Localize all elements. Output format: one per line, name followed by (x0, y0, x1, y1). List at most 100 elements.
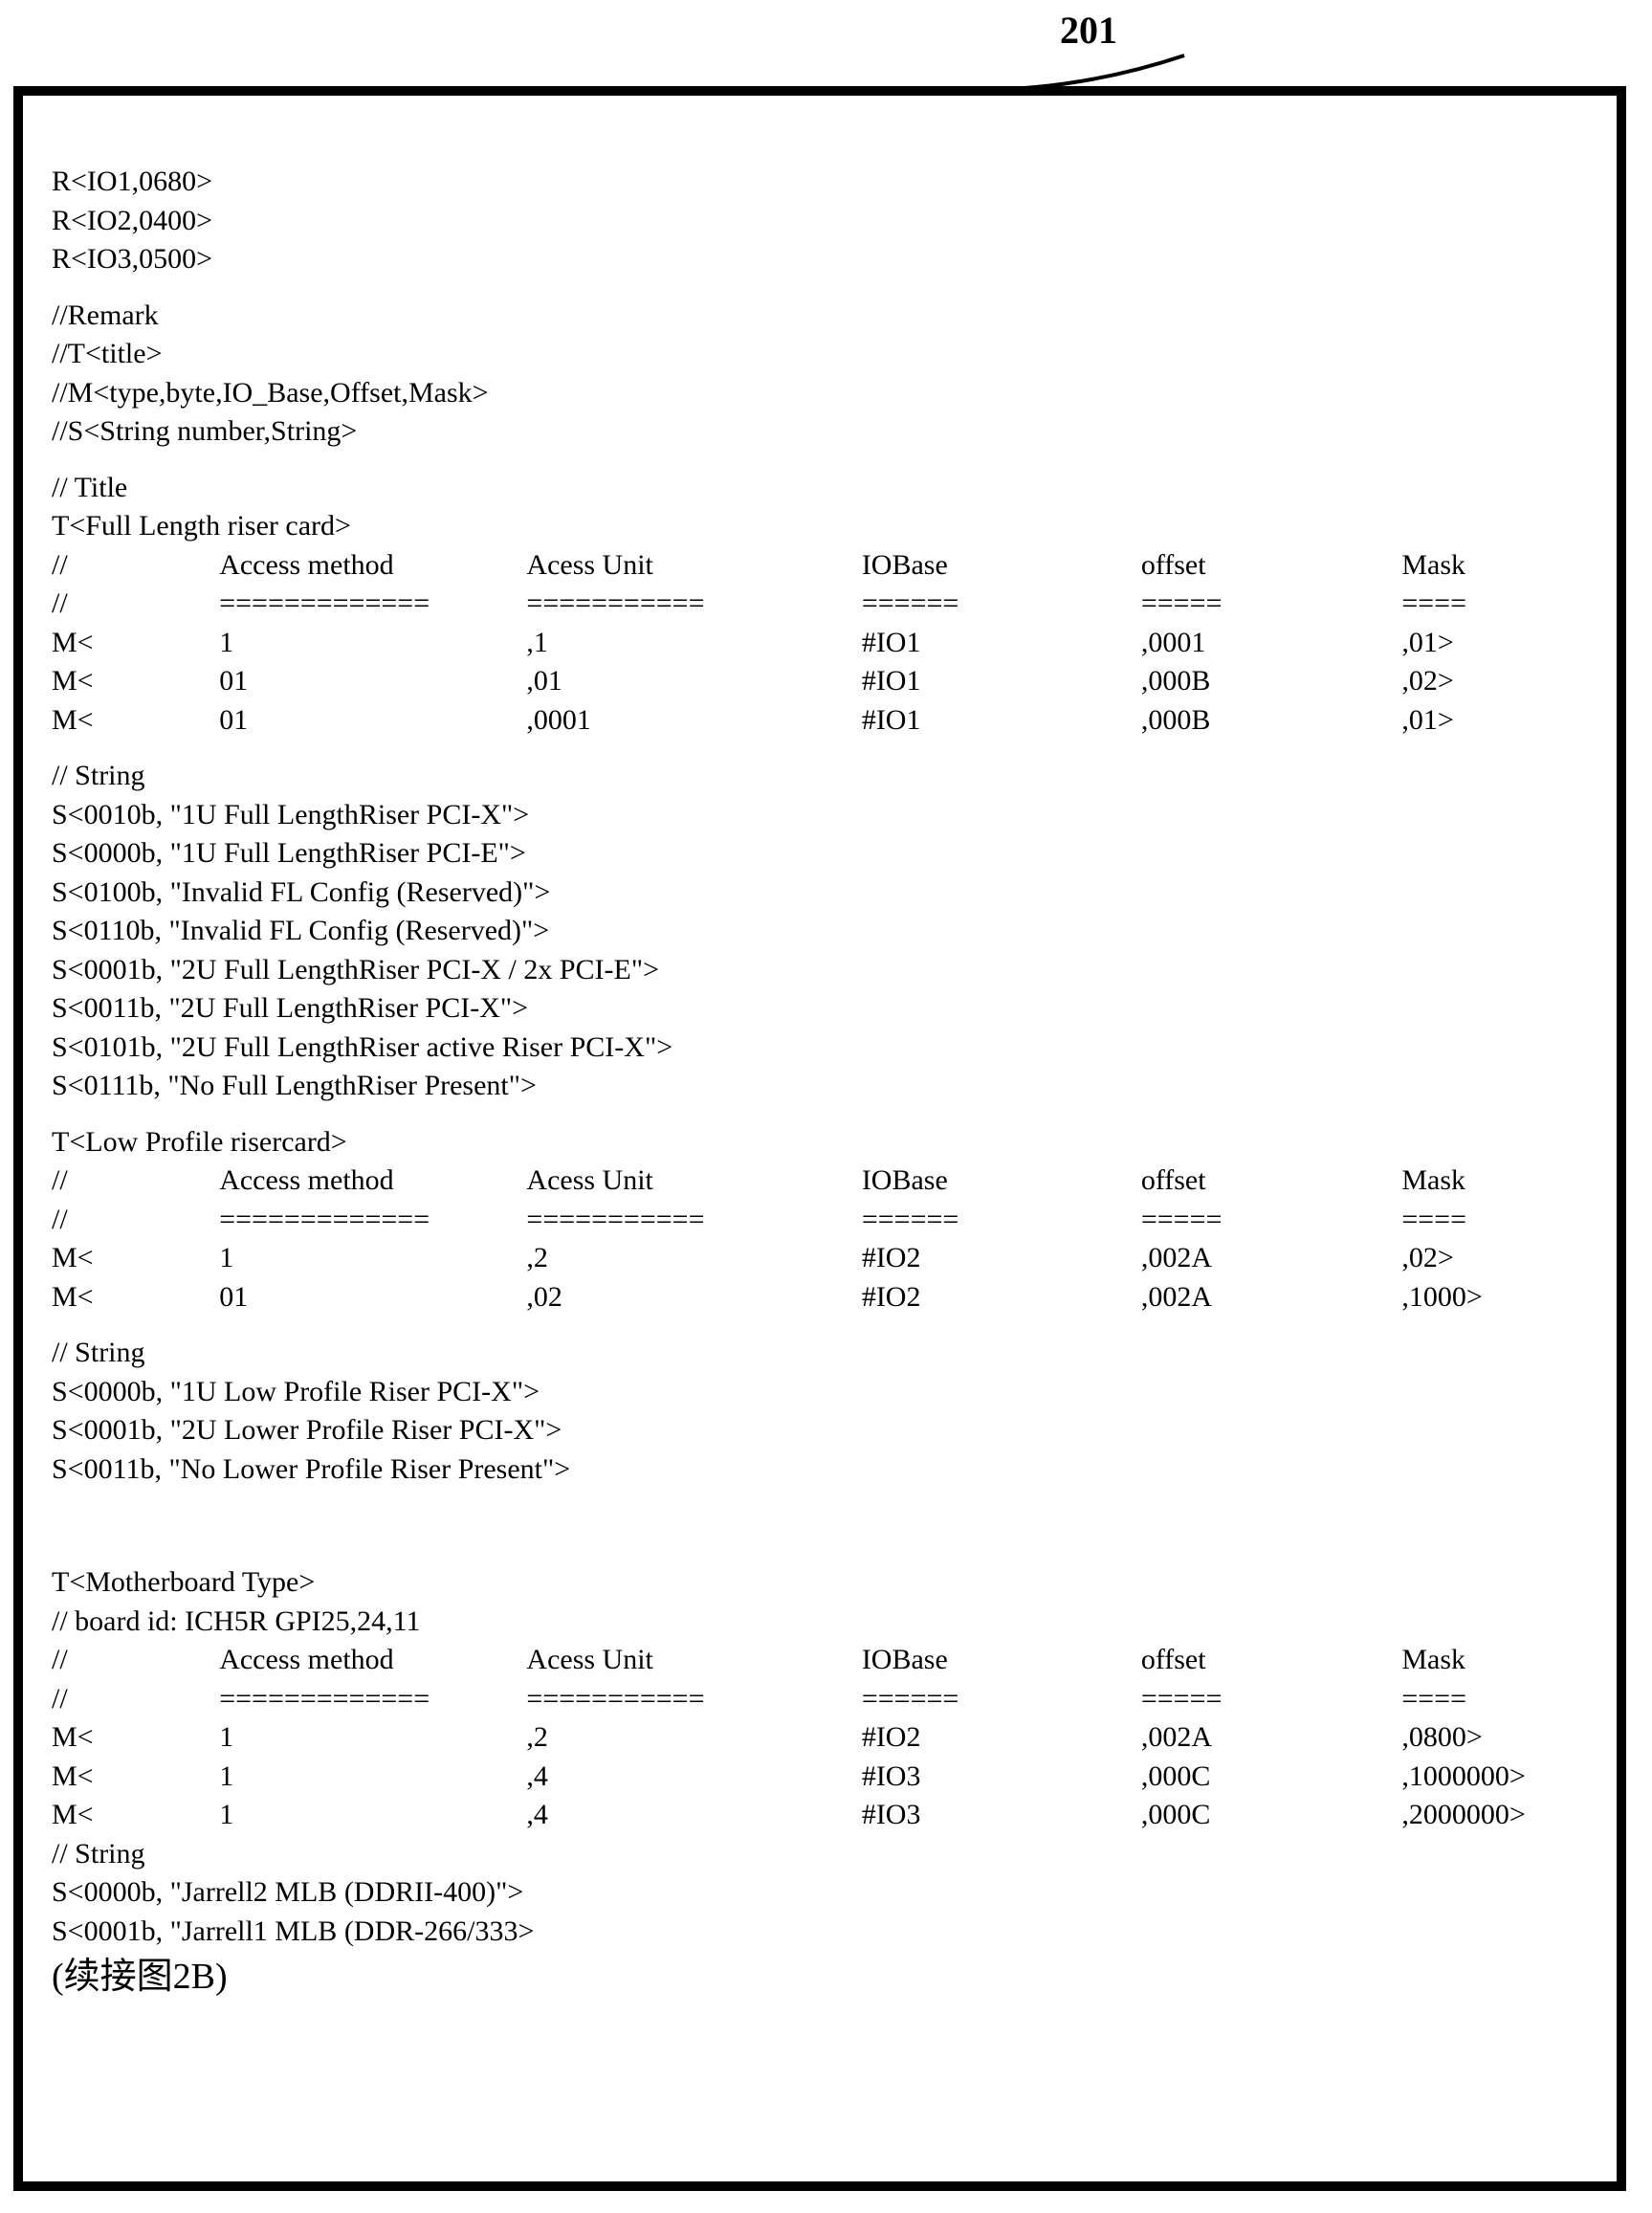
col: #IO2 (862, 1239, 1141, 1278)
col: ,000C (1141, 1758, 1402, 1797)
table-row: M< 1 ,1 #IO1 ,0001 ,01> (52, 624, 1588, 663)
table-row: M< 01 ,02 #IO2 ,002A ,1000> (52, 1278, 1588, 1317)
r-line: R<IO3,0500> (52, 240, 1588, 279)
col: ,02> (1401, 1239, 1588, 1278)
col: M< (52, 1796, 219, 1835)
col: 01 (219, 662, 526, 701)
col: ,002A (1141, 1278, 1402, 1317)
col: ====== (862, 585, 1141, 624)
col: 1 (219, 1718, 526, 1758)
col: #IO2 (862, 1718, 1141, 1758)
col: ,0001 (1141, 624, 1402, 663)
col: ,2 (526, 1718, 861, 1758)
col: #IO3 (862, 1796, 1141, 1835)
col: offset (1141, 546, 1402, 586)
continued-label: (续接图2B) (52, 1951, 1588, 2002)
col: ,1 (526, 624, 861, 663)
string-line: S<0010b, "1U Full LengthRiser PCI-X"> (52, 796, 1588, 835)
col: ,1000> (1401, 1278, 1588, 1317)
r-line: R<IO1,0680> (52, 163, 1588, 202)
col: ,4 (526, 1758, 861, 1797)
string-line: S<0001b, "2U Full LengthRiser PCI-X / 2x… (52, 951, 1588, 990)
col: 1 (219, 1796, 526, 1835)
col: #IO2 (862, 1278, 1141, 1317)
col: ===== (1141, 1680, 1402, 1719)
col: 01 (219, 1278, 526, 1317)
col: 1 (219, 1239, 526, 1278)
col: // (52, 1641, 219, 1680)
col: #IO1 (862, 662, 1141, 701)
col: Access method (219, 546, 526, 586)
strings-header: // String (52, 1835, 1588, 1874)
col: =========== (526, 1201, 861, 1240)
col: IOBase (862, 1641, 1141, 1680)
string-line: S<0100b, "Invalid FL Config (Reserved)"> (52, 874, 1588, 913)
col: Access method (219, 1641, 526, 1680)
col: ==== (1401, 1680, 1588, 1719)
col: ,002A (1141, 1239, 1402, 1278)
r-line: R<IO2,0400> (52, 202, 1588, 241)
col: #IO1 (862, 624, 1141, 663)
table-sep: // ============= =========== ====== ====… (52, 1680, 1588, 1719)
col: ,002A (1141, 1718, 1402, 1758)
col: // (52, 546, 219, 586)
col: IOBase (862, 1162, 1141, 1201)
col: M< (52, 1239, 219, 1278)
col: // (52, 585, 219, 624)
col: ,02 (526, 1278, 861, 1317)
col: ,01 (526, 662, 861, 701)
table-row: M< 1 ,4 #IO3 ,000C ,2000000> (52, 1796, 1588, 1835)
col: #IO3 (862, 1758, 1141, 1797)
document-content: R<IO1,0680> R<IO2,0400> R<IO3,0500> //Re… (23, 96, 1617, 2021)
table-header: // Access method Acess Unit IOBase offse… (52, 1162, 1588, 1201)
col: Acess Unit (526, 1162, 861, 1201)
table-row: M< 01 ,01 #IO1 ,000B ,02> (52, 662, 1588, 701)
col: M< (52, 1278, 219, 1317)
table1-title: T<Full Length riser card> (52, 507, 1588, 546)
col: 01 (219, 701, 526, 741)
col: ,01> (1401, 624, 1588, 663)
col: ============= (219, 585, 526, 624)
col: ,0800> (1401, 1718, 1588, 1758)
remark-line: //M<type,byte,IO_Base,Offset,Mask> (52, 374, 1588, 413)
document-frame: R<IO1,0680> R<IO2,0400> R<IO3,0500> //Re… (13, 86, 1626, 2191)
table-row: M< 1 ,2 #IO2 ,002A ,02> (52, 1239, 1588, 1278)
table3-title: T<Motherboard Type> (52, 1563, 1588, 1603)
col: M< (52, 624, 219, 663)
col: ===== (1141, 585, 1402, 624)
col: ,2 (526, 1239, 861, 1278)
col: // (52, 1201, 219, 1240)
string-line: S<0011b, "No Lower Profile Riser Present… (52, 1450, 1588, 1490)
col: offset (1141, 1641, 1402, 1680)
string-line: S<0101b, "2U Full LengthRiser active Ris… (52, 1029, 1588, 1068)
table-sep: // ============= =========== ====== ====… (52, 585, 1588, 624)
table2-title: T<Low Profile risercard> (52, 1123, 1588, 1162)
string-line: S<0001b, "Jarrell1 MLB (DDR-266/333> (52, 1913, 1588, 1952)
col: ,000B (1141, 701, 1402, 741)
col: ,1000000> (1401, 1758, 1588, 1797)
table-row: M< 1 ,2 #IO2 ,002A ,0800> (52, 1718, 1588, 1758)
table-header: // Access method Acess Unit IOBase offse… (52, 1641, 1588, 1680)
col: M< (52, 701, 219, 741)
col: ============= (219, 1201, 526, 1240)
col: ===== (1141, 1201, 1402, 1240)
col: M< (52, 1758, 219, 1797)
col: offset (1141, 1162, 1402, 1201)
col: M< (52, 662, 219, 701)
table-row: M< 01 ,0001 #IO1 ,000B ,01> (52, 701, 1588, 741)
col: 1 (219, 624, 526, 663)
string-line: S<0110b, "Invalid FL Config (Reserved)"> (52, 912, 1588, 951)
col: ,000B (1141, 662, 1402, 701)
table1: // Access method Acess Unit IOBase offse… (52, 546, 1588, 741)
col: // (52, 1680, 219, 1719)
col: #IO1 (862, 701, 1141, 741)
col: ,2000000> (1401, 1796, 1588, 1835)
string-line: S<0111b, "No Full LengthRiser Present"> (52, 1067, 1588, 1106)
col: ,01> (1401, 701, 1588, 741)
table-header: // Access method Acess Unit IOBase offse… (52, 546, 1588, 586)
col: IOBase (862, 546, 1141, 586)
table2: // Access method Acess Unit IOBase offse… (52, 1162, 1588, 1317)
col: 1 (219, 1758, 526, 1797)
col: =========== (526, 585, 861, 624)
col: ,0001 (526, 701, 861, 741)
